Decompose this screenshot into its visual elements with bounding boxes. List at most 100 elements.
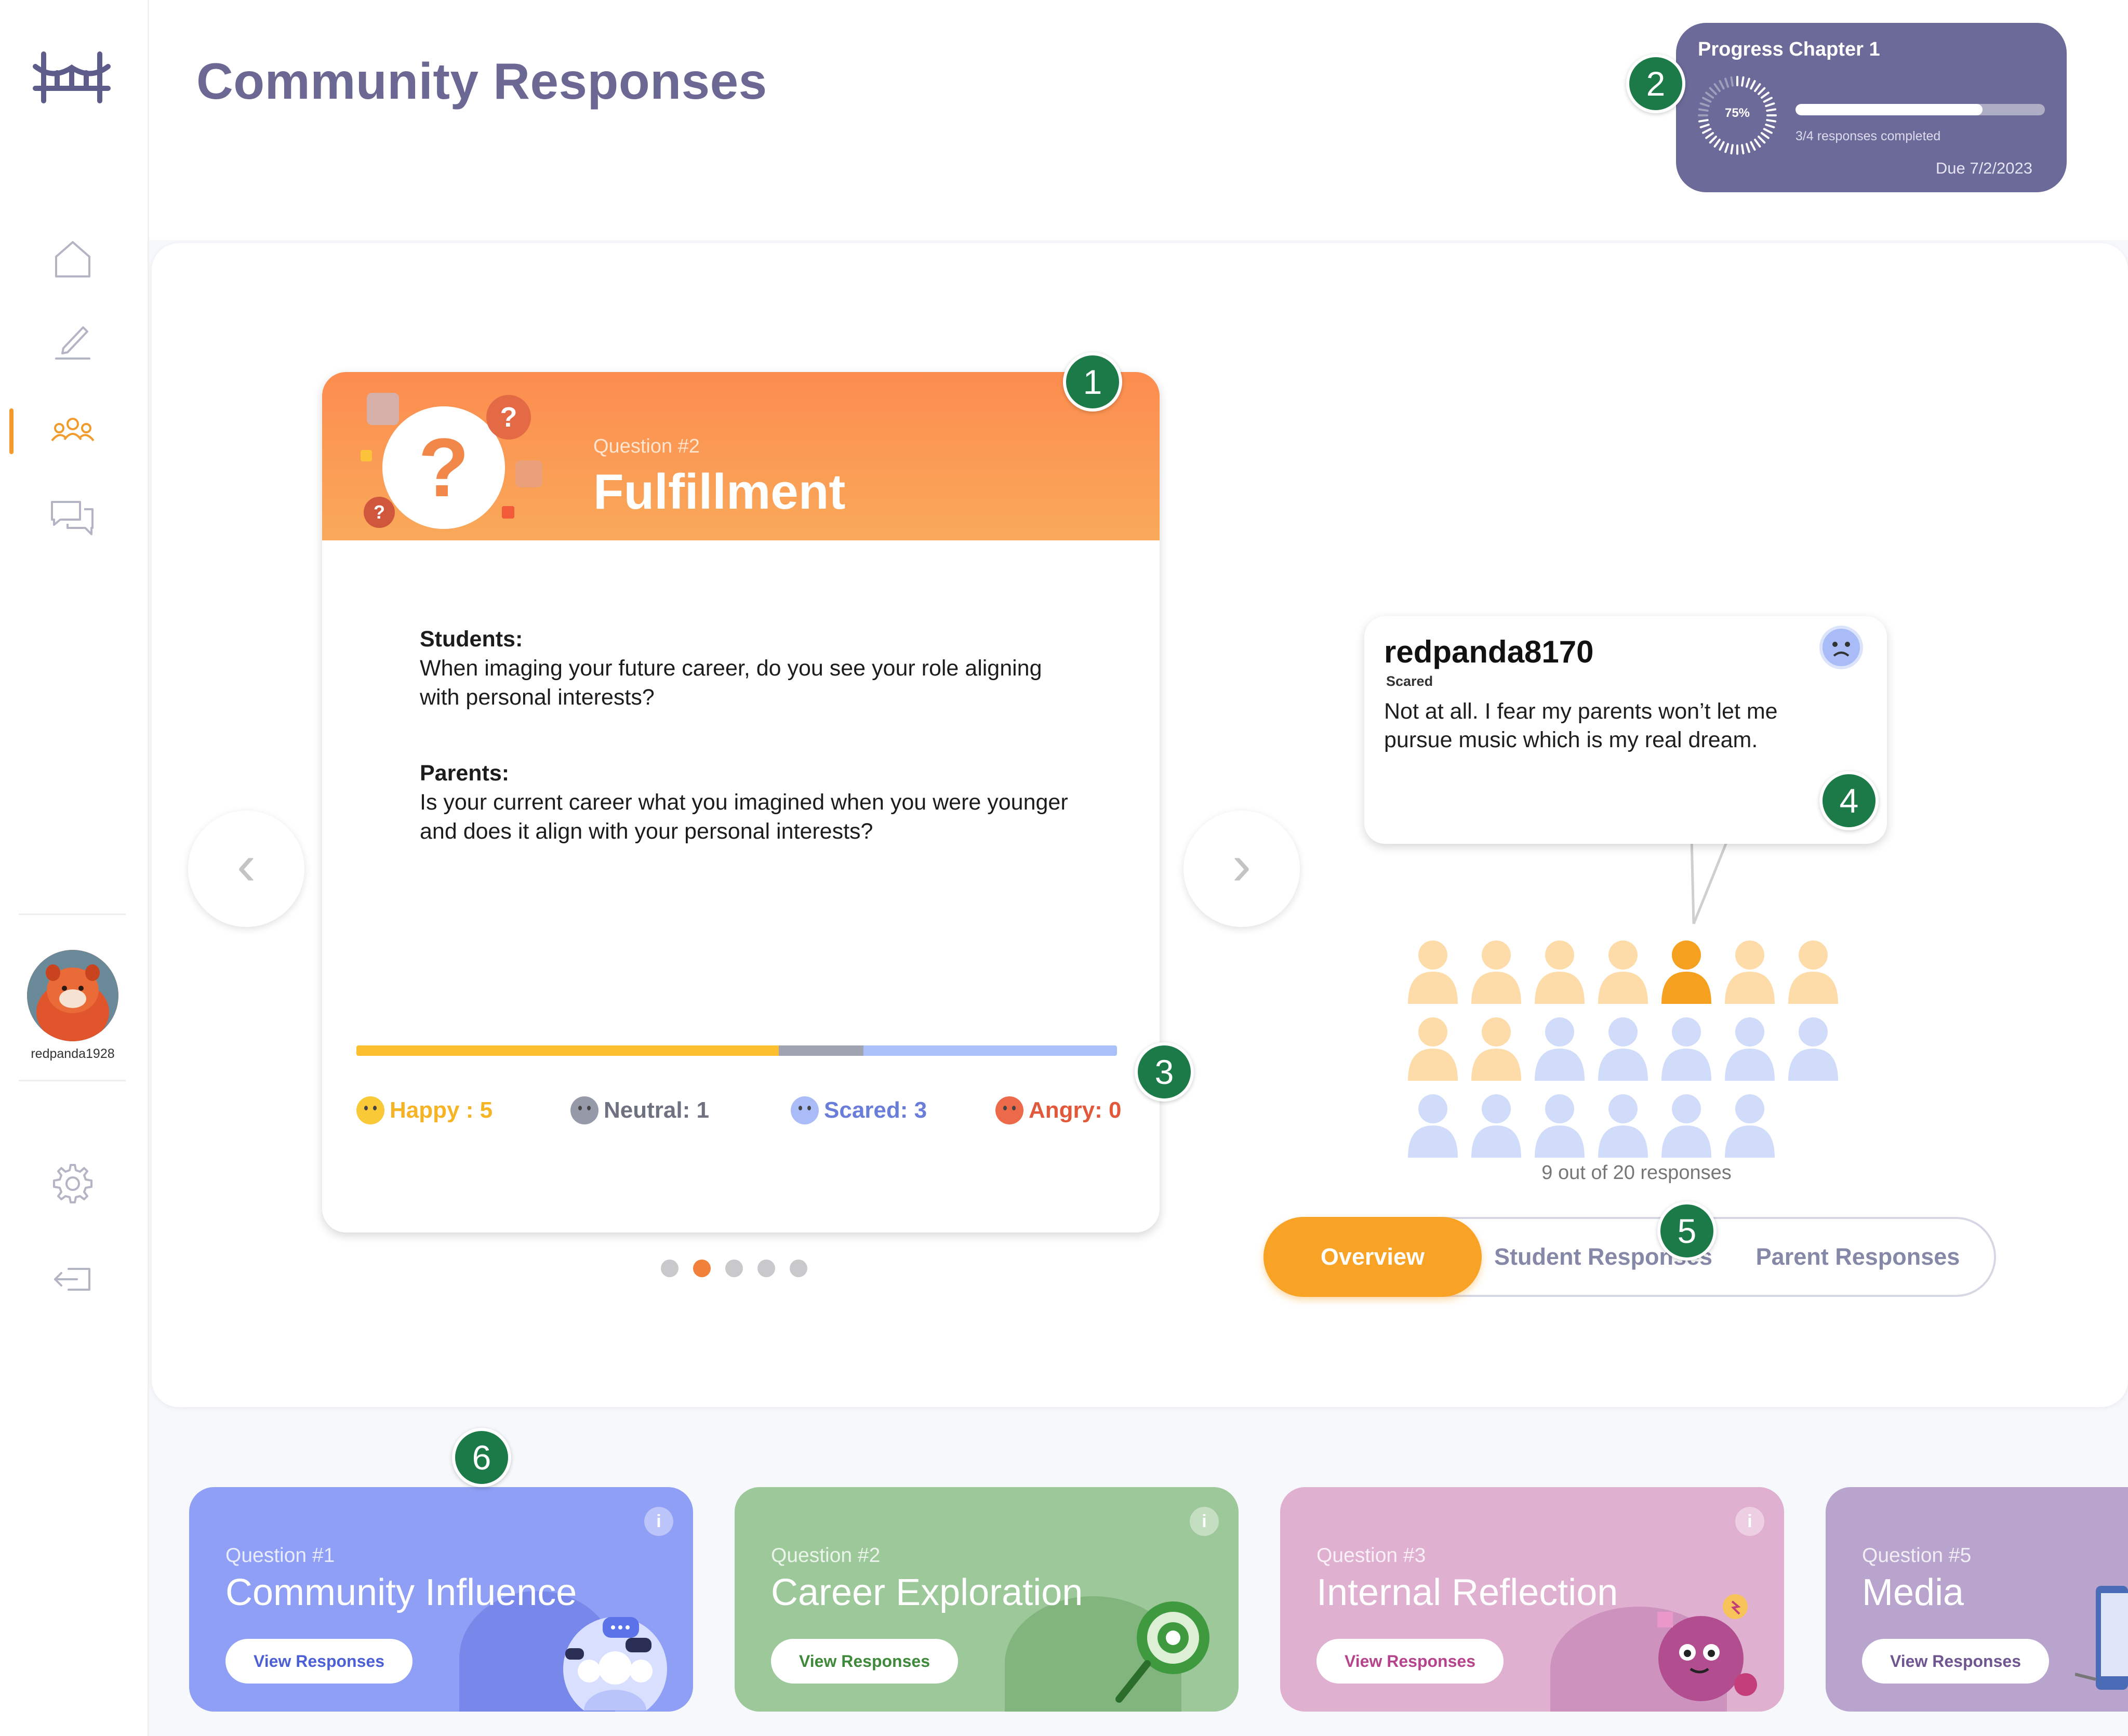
- info-icon[interactable]: i: [1735, 1507, 1764, 1536]
- person-icon[interactable]: [1532, 1091, 1588, 1159]
- card-title: Internal Reflection: [1316, 1572, 1618, 1613]
- chevron-left-icon: ‹: [236, 833, 256, 897]
- view-responses-button[interactable]: View Responses: [225, 1639, 413, 1684]
- mood-legend-angry: Angry: 0: [995, 1096, 1121, 1124]
- progress-title: Progress Chapter 1: [1698, 38, 1880, 60]
- info-icon[interactable]: i: [644, 1507, 673, 1536]
- response-mood: Scared: [1386, 673, 1433, 689]
- people-icon[interactable]: [48, 405, 98, 455]
- magnifier-target-icon: [1115, 1601, 1209, 1703]
- tab-parent-responses[interactable]: Parent Responses: [1733, 1219, 1983, 1295]
- person-icon[interactable]: [1532, 1014, 1588, 1082]
- person-icon[interactable]: [1532, 937, 1588, 1005]
- students-question: When imaging your future career, do you …: [420, 656, 1042, 710]
- question-body: Students: When imaging your future caree…: [420, 625, 1074, 893]
- nav-active-indicator: [9, 408, 14, 454]
- response-username: redpanda8170: [1384, 634, 1594, 669]
- decor-square: [515, 460, 542, 487]
- carousel-dot[interactable]: [790, 1260, 807, 1277]
- annotation-marker: 2: [1626, 54, 1685, 113]
- person-icon[interactable]: [1658, 1014, 1714, 1082]
- person-icon[interactable]: [1405, 1091, 1461, 1159]
- question-card-internal-reflection[interactable]: i Question #3 Internal Reflection View R…: [1280, 1487, 1784, 1712]
- next-arrow-button[interactable]: ›: [1183, 811, 1300, 927]
- neutral-face-icon: [570, 1096, 598, 1124]
- question-number: Question #2: [593, 435, 700, 457]
- sidebar-divider: [19, 1080, 126, 1081]
- page-title: Community Responses: [196, 52, 767, 110]
- mood-bar-segment: [863, 1045, 1117, 1056]
- decor-square: [502, 506, 514, 519]
- bridge-logo-icon[interactable]: [32, 47, 111, 108]
- card-question-number: Question #3: [1316, 1544, 1426, 1567]
- scared-face-icon: [791, 1096, 819, 1124]
- previous-arrow-button[interactable]: ‹: [188, 811, 304, 927]
- person-icon[interactable]: [1595, 1014, 1651, 1082]
- carousel-dot[interactable]: [757, 1260, 775, 1277]
- logout-icon[interactable]: [48, 1254, 98, 1304]
- person-icon[interactable]: [1785, 937, 1841, 1005]
- info-icon[interactable]: i: [1190, 1507, 1219, 1536]
- card-question-number: Question #2: [771, 1544, 881, 1567]
- carousel-dot[interactable]: [661, 1260, 679, 1277]
- progress-bar: [1796, 104, 2045, 115]
- person-icon[interactable]: [1722, 1091, 1778, 1159]
- response-card: redpanda8170 Scared Not at all. I fear m…: [1364, 616, 1887, 844]
- person-icon[interactable]: [1468, 1091, 1524, 1159]
- annotation-marker: 6: [452, 1428, 511, 1487]
- view-responses-button[interactable]: View Responses: [1316, 1639, 1504, 1684]
- response-count: 9 out of 20 responses: [1541, 1162, 1732, 1184]
- question-card-community-influence[interactable]: i Question #1 Community Influence View R…: [189, 1487, 693, 1712]
- chevron-right-icon: ›: [1232, 833, 1252, 897]
- person-icon[interactable]: [1468, 937, 1524, 1005]
- decor-square: [361, 450, 372, 461]
- question-mark-icon: ?: [382, 406, 505, 529]
- mood-bar-segment: [356, 1045, 779, 1056]
- question-card-header: ? ? ? Question #2 Fulfillment: [322, 372, 1160, 540]
- question-card-media[interactable]: Question #5 Media View Responses: [1826, 1487, 2128, 1712]
- chat-people-icon: [563, 1617, 667, 1711]
- question-card: ? ? ? Question #2 Fulfillment Students: …: [322, 372, 1160, 1233]
- view-responses-button[interactable]: View Responses: [1862, 1639, 2049, 1684]
- mood-legend-text: Happy : 5: [390, 1097, 493, 1123]
- sidebar-divider: [19, 913, 126, 915]
- carousel-dot[interactable]: [725, 1260, 743, 1277]
- mood-legend-neutral: Neutral: 1: [570, 1096, 709, 1124]
- progress-card[interactable]: Progress Chapter 1 75% 3/4 responses com…: [1676, 23, 2067, 192]
- avatar[interactable]: [27, 950, 118, 1041]
- question-title: Fulfillment: [593, 464, 846, 520]
- avatar-username: redpanda1928: [31, 1046, 115, 1061]
- person-icon[interactable]: [1722, 937, 1778, 1005]
- question-card-career-exploration[interactable]: i Question #2 Career Exploration View Re…: [735, 1487, 1239, 1712]
- parents-label: Parents:: [420, 761, 510, 786]
- scared-face-icon: [1819, 626, 1863, 669]
- card-question-number: Question #5: [1862, 1544, 1972, 1567]
- gear-icon[interactable]: [48, 1159, 98, 1209]
- progress-percent: 75%: [1724, 106, 1750, 120]
- carousel-dot[interactable]: [693, 1260, 711, 1277]
- annotation-marker: 3: [1135, 1042, 1194, 1102]
- mood-legend-scared: Scared: 3: [791, 1096, 927, 1124]
- chat-icon[interactable]: [48, 491, 98, 540]
- sidebar: redpanda1928: [0, 0, 149, 1736]
- person-icon[interactable]: [1405, 1014, 1461, 1082]
- pencil-icon[interactable]: [48, 314, 98, 364]
- progress-due-date: Due 7/2/2023: [1935, 159, 2032, 177]
- home-icon[interactable]: [48, 234, 98, 284]
- view-responses-button[interactable]: View Responses: [771, 1639, 958, 1684]
- person-icon[interactable]: [1405, 937, 1461, 1005]
- card-question-number: Question #1: [225, 1544, 335, 1567]
- media-device-icon: [2075, 1586, 2128, 1690]
- person-icon[interactable]: [1595, 1091, 1651, 1159]
- progress-bar-fill: [1796, 104, 1983, 115]
- person-icon[interactable]: [1468, 1014, 1524, 1082]
- person-icon[interactable]: [1595, 937, 1651, 1005]
- person-icon[interactable]: [1658, 937, 1714, 1005]
- person-icon[interactable]: [1785, 1014, 1841, 1082]
- progress-subtitle: 3/4 responses completed: [1796, 129, 1941, 143]
- mood-legend: Happy : 5 Neutral: 1 Scared: 3 Angry: 0: [356, 1096, 1136, 1133]
- person-icon[interactable]: [1658, 1091, 1714, 1159]
- response-text: Not at all. I fear my parents won’t let …: [1384, 699, 1778, 752]
- tab-overview[interactable]: Overview: [1264, 1217, 1482, 1297]
- person-icon[interactable]: [1722, 1014, 1778, 1082]
